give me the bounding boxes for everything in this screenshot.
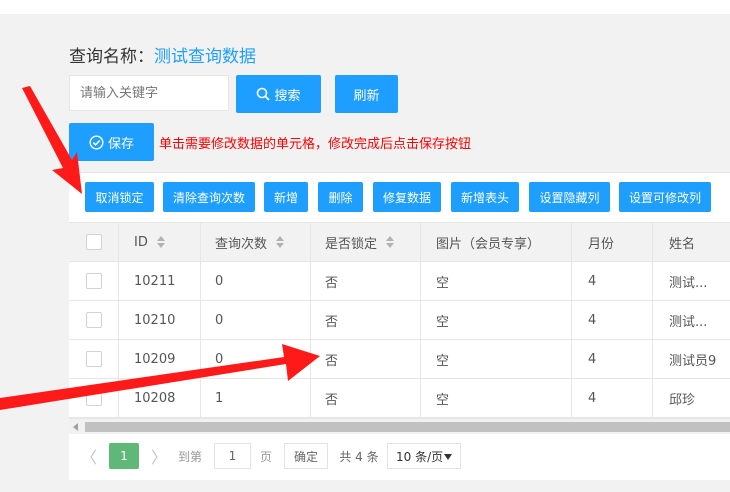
add-button[interactable]: 新增	[264, 182, 308, 212]
row-checkbox[interactable]	[85, 351, 102, 367]
cell-month[interactable]: 4	[572, 262, 653, 300]
column-header-image-label: 图片（会员专享）	[436, 236, 541, 252]
goto-confirm-button[interactable]: 确定	[284, 443, 328, 469]
title-label: 查询名称：	[69, 47, 154, 67]
cell-name[interactable]: 邱珍	[653, 379, 730, 417]
page-label: 页	[259, 449, 272, 464]
select-all-checkbox[interactable]	[85, 234, 102, 250]
cell-id[interactable]: 10210	[119, 301, 201, 339]
row-checkbox[interactable]	[85, 312, 102, 328]
search-button-label: 搜索	[274, 88, 301, 104]
page-title: 查询名称：测试查询数据	[69, 42, 256, 67]
check-circle-icon	[89, 134, 104, 150]
cell-id[interactable]: 10209	[119, 340, 201, 378]
next-page-button[interactable]: 〉	[147, 443, 171, 469]
row-checkbox[interactable]	[85, 390, 102, 406]
search-button[interactable]: 搜索	[236, 75, 321, 113]
total-count: 共 4 条	[339, 449, 379, 464]
table-row[interactable]: 10209 0 否 空 4 测试员9	[69, 340, 730, 379]
row-checkbox[interactable]	[85, 273, 102, 289]
row-checkbox-cell	[69, 301, 119, 339]
cell-month[interactable]: 4	[572, 301, 653, 339]
cell-locked[interactable]: 否	[311, 301, 421, 339]
cell-name[interactable]: 测试员9	[653, 340, 730, 378]
column-header-query-count-label: 查询次数	[215, 236, 268, 252]
title-value: 测试查询数据	[154, 47, 256, 67]
cell-month[interactable]: 4	[572, 379, 653, 417]
cell-image[interactable]: 空	[421, 301, 572, 339]
search-input[interactable]	[69, 75, 229, 111]
set-hidden-columns-button[interactable]: 设置隐藏列	[529, 182, 610, 212]
cell-name[interactable]: 测试...	[653, 301, 730, 339]
cell-locked[interactable]: 否	[311, 379, 421, 417]
goto-page-input[interactable]: 1	[214, 443, 251, 469]
cell-query-count[interactable]: 0	[201, 301, 311, 339]
save-button-label: 保存	[107, 136, 134, 152]
cell-name[interactable]: 测试...	[653, 262, 730, 300]
save-button[interactable]: 保存	[69, 123, 154, 161]
horizontal-scrollbar[interactable]	[69, 418, 730, 435]
row-checkbox-cell	[69, 379, 119, 417]
page-size-select[interactable]: 10 条/页	[387, 443, 461, 469]
column-header-month-label: 月份	[588, 236, 615, 252]
table-row[interactable]: 10211 0 否 空 4 测试...	[69, 262, 730, 301]
column-header-image[interactable]: 图片（会员专享）	[421, 223, 572, 261]
current-page-button[interactable]: 1	[109, 443, 139, 469]
goto-label: 到第	[177, 449, 202, 464]
column-header-locked[interactable]: 是否锁定	[311, 223, 421, 261]
sort-icon[interactable]	[156, 236, 166, 248]
cell-month[interactable]: 4	[572, 340, 653, 378]
column-header-locked-label: 是否锁定	[325, 236, 378, 252]
refresh-button[interactable]: 刷新	[335, 75, 398, 113]
cell-query-count[interactable]: 0	[201, 340, 311, 378]
column-header-name-label: 姓名	[669, 236, 696, 252]
table-row[interactable]: 10210 0 否 空 4 测试...	[69, 301, 730, 340]
chevron-left-icon: 〈	[80, 448, 97, 467]
scrollbar-thumb[interactable]	[85, 422, 730, 432]
row-checkbox-cell	[69, 262, 119, 300]
sort-icon[interactable]	[385, 236, 395, 248]
add-header-button[interactable]: 新增表头	[451, 182, 519, 212]
pagination: 〈 1 〉 到第 1 页 确定 共 4 条 10 条/页	[69, 434, 730, 480]
cell-locked[interactable]: 否	[311, 262, 421, 300]
column-header-id[interactable]: ID	[119, 223, 201, 261]
save-hint: 单击需要修改数据的单元格，修改完成后点击保存按钮	[159, 137, 472, 152]
cell-id[interactable]: 10208	[119, 379, 201, 417]
clear-query-count-button[interactable]: 清除查询次数	[163, 182, 255, 212]
sort-icon[interactable]	[275, 236, 285, 248]
cell-image[interactable]: 空	[421, 379, 572, 417]
page-size-value: 10 条/页	[396, 449, 444, 464]
column-header-query-count[interactable]: 查询次数	[201, 223, 311, 261]
header-checkbox-cell	[69, 223, 119, 261]
cell-query-count[interactable]: 0	[201, 262, 311, 300]
refresh-button-label: 刷新	[353, 88, 380, 104]
table-header-row: ID 查询次数 是否锁定 图片（会员专享） 月份 姓名	[69, 223, 730, 262]
table-row[interactable]: 10208 1 否 空 4 邱珍	[69, 379, 730, 418]
cell-locked[interactable]: 否	[311, 340, 421, 378]
search-icon	[257, 87, 271, 101]
column-header-id-label: ID	[134, 234, 148, 250]
unlock-button[interactable]: 取消锁定	[85, 182, 154, 212]
delete-button[interactable]: 删除	[318, 182, 363, 212]
cell-id[interactable]: 10211	[119, 262, 201, 300]
chevron-right-icon: 〉	[150, 448, 167, 467]
top-strip	[0, 0, 730, 14]
cell-image[interactable]: 空	[421, 262, 572, 300]
set-editable-columns-button[interactable]: 设置可修改列	[619, 182, 711, 212]
cell-image[interactable]: 空	[421, 340, 572, 378]
data-table: ID 查询次数 是否锁定 图片（会员专享） 月份 姓名 10211 0 否 空 …	[69, 222, 730, 419]
cell-query-count[interactable]: 1	[201, 379, 311, 417]
repair-data-button[interactable]: 修复数据	[373, 182, 441, 212]
column-header-name[interactable]: 姓名	[653, 223, 730, 261]
caret-down-icon	[444, 454, 452, 460]
row-checkbox-cell	[69, 340, 119, 378]
prev-page-button[interactable]: 〈	[77, 443, 101, 469]
column-header-month[interactable]: 月份	[572, 223, 653, 261]
scroll-left-icon[interactable]	[73, 423, 78, 431]
